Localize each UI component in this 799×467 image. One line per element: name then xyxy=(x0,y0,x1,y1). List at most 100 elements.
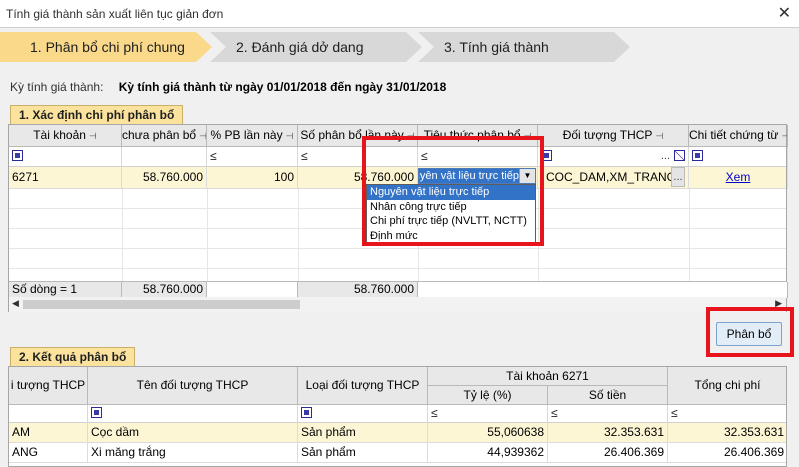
title-bar: Tính giá thành sản xuất liên tục giản đơ… xyxy=(0,0,799,28)
section-result-title: 2. Kết quả phân bổ xyxy=(10,347,136,367)
col-unallocated[interactable]: chưa phân bổ ⊣ xyxy=(122,125,207,147)
cell-total[interactable]: 32.353.631 xyxy=(668,423,786,443)
col-criterion[interactable]: Tiêu thức phân bổ ⊣ xyxy=(418,125,538,147)
filter-object-name[interactable] xyxy=(88,405,298,423)
step-allocate-overhead[interactable]: 1. Phân bổ chi phí chung xyxy=(0,32,212,62)
filter-detail[interactable] xyxy=(689,147,788,167)
step-wip-valuation[interactable]: 2. Đánh giá dở dang xyxy=(210,32,422,62)
empty-row xyxy=(9,249,786,269)
col-objects[interactable]: Đối tượng THCP ⊣ xyxy=(538,125,689,147)
filter-account[interactable] xyxy=(9,147,122,167)
filter-object-type[interactable] xyxy=(298,405,428,423)
sum-percent xyxy=(207,282,298,298)
filter-objects[interactable]: ... xyxy=(538,147,689,167)
cell-amount[interactable]: 26.406.369 xyxy=(548,443,668,463)
filter-type-icon[interactable] xyxy=(541,150,552,162)
filter-type-icon[interactable] xyxy=(301,407,312,419)
section-allocation-title: 1. Xác định chi phí phân bổ xyxy=(10,105,184,125)
filter-object-code[interactable] xyxy=(9,405,88,423)
cell-object-type[interactable]: Sản phẩm xyxy=(298,423,428,443)
cell-ratio[interactable]: 44,939362 xyxy=(428,443,548,463)
cell-ratio[interactable]: 55,060638 xyxy=(428,423,548,443)
scroll-right-icon[interactable]: ▶ xyxy=(775,298,782,309)
period-value: Kỳ tính giá thành từ ngày 01/01/2018 đến… xyxy=(118,80,447,94)
filter-type-icon[interactable] xyxy=(692,150,703,162)
sum-amount: 58.760.000 xyxy=(298,282,418,298)
object-picker-button[interactable]: ... xyxy=(671,167,685,187)
filter-total[interactable]: ≤ xyxy=(668,405,786,423)
pin-icon[interactable]: ⊣ xyxy=(407,131,415,141)
grid-line xyxy=(538,189,539,281)
filter-amount[interactable]: ≤ xyxy=(548,405,668,423)
horizontal-scrollbar[interactable]: ◀ ▶ xyxy=(9,297,786,312)
cell-object-code[interactable]: ANG xyxy=(9,443,88,463)
cell-detail[interactable]: Xem xyxy=(689,167,788,189)
grid-header: Tài khoản ⊣ chưa phân bổ ⊣ % PB lần này ⊣ S… xyxy=(9,125,788,147)
cell-objects[interactable]: COC_DAM,XM_TRANG... xyxy=(538,167,689,189)
cell-account[interactable]: 6271 xyxy=(9,167,122,189)
criterion-dropdown: Nguyên vật liệu trực tiếp Nhân công trực… xyxy=(366,184,536,244)
pin-icon[interactable]: ⊣ xyxy=(199,131,206,141)
cell-object-name[interactable]: Cọc dầm xyxy=(88,423,298,443)
scroll-left-icon[interactable]: ◀ xyxy=(12,298,19,309)
criterion-combobox[interactable]: Nguyên vật liệu trực tiếp ▼ xyxy=(418,168,536,184)
cell-object-name[interactable]: Xi măng trắng xyxy=(88,443,298,463)
view-detail-link[interactable]: Xem xyxy=(726,170,751,184)
pin-icon[interactable]: ⊣ xyxy=(655,131,663,141)
dropdown-option[interactable]: Nhân công trực tiếp xyxy=(367,200,535,215)
filter-type-icon[interactable] xyxy=(12,150,23,162)
filter-type-icon[interactable] xyxy=(91,407,102,419)
table-row[interactable]: ANG Xi măng trắng Sản phẩm 44,939362 26.… xyxy=(9,443,786,463)
criterion-combobox-value[interactable]: Nguyên vật liệu trực tiếp xyxy=(419,169,519,183)
table-row[interactable]: AM Cọc dầm Sản phẩm 55,060638 32.353.631… xyxy=(9,423,786,443)
cell-total[interactable]: 26.406.369 xyxy=(668,443,786,463)
period-label: Kỳ tính giá thành: xyxy=(10,80,104,94)
cell-percent[interactable]: 100 xyxy=(207,167,298,189)
pin-icon[interactable]: ⊣ xyxy=(781,131,787,141)
result-grid: i tượng THCP Tên đối tượng THCP Loại đối… xyxy=(8,366,787,467)
grid-line xyxy=(122,189,123,281)
row-count: Số dòng = 1 xyxy=(9,282,122,298)
dropdown-option[interactable]: Nguyên vật liệu trực tiếp xyxy=(367,185,535,200)
grid-line xyxy=(298,189,299,281)
window-title: Tính giá thành sản xuất liên tục giản đơ… xyxy=(6,7,224,21)
pin-icon[interactable]: ⊣ xyxy=(286,131,294,141)
filter-clear-icon[interactable] xyxy=(674,150,685,161)
pin-icon[interactable]: ⊣ xyxy=(524,131,532,141)
period-line: Kỳ tính giá thành: Kỳ tính giá thành từ … xyxy=(10,80,446,94)
filter-ratio[interactable]: ≤ xyxy=(428,405,548,423)
col-percent[interactable]: % PB lần này ⊣ xyxy=(207,125,298,147)
col-object-code[interactable]: i tượng THCP xyxy=(9,367,88,405)
col-total[interactable]: Tổng chi phí xyxy=(668,367,786,405)
filter-row: ≤ ≤ ≤ ... xyxy=(9,147,788,167)
filter-amount[interactable]: ≤ xyxy=(298,147,418,167)
col-detail[interactable]: Chi tiết chứng từ⊣ xyxy=(689,125,788,147)
grid-header: i tượng THCP Tên đối tượng THCP Loại đối… xyxy=(9,367,786,405)
col-object-name[interactable]: Tên đối tượng THCP xyxy=(88,367,298,405)
pin-icon[interactable]: ⊣ xyxy=(89,131,97,141)
col-object-type[interactable]: Loại đối tượng THCP xyxy=(298,367,428,405)
col-amount[interactable]: Số tiền xyxy=(548,386,668,405)
dropdown-option[interactable]: Định mức xyxy=(367,229,535,244)
grid-line xyxy=(689,189,690,281)
scroll-thumb[interactable] xyxy=(23,300,300,309)
cell-unallocated[interactable]: 58.760.000 xyxy=(122,167,207,189)
cell-amount[interactable]: 32.353.631 xyxy=(548,423,668,443)
dropdown-option[interactable]: Chi phí trực tiếp (NVLTT, NCTT) xyxy=(367,214,535,229)
sum-unallocated: 58.760.000 xyxy=(122,282,207,298)
filter-row: ≤ ≤ ≤ xyxy=(9,405,786,423)
col-amount[interactable]: Số phân bổ lần này ⊣ xyxy=(298,125,418,147)
step-cost-calculation[interactable]: 3. Tính giá thành xyxy=(418,32,630,62)
filter-criterion[interactable]: ≤ xyxy=(418,147,538,167)
close-icon[interactable]: ✕ xyxy=(778,3,791,23)
grid-line xyxy=(207,189,208,281)
filter-percent[interactable]: ≤ xyxy=(207,147,298,167)
cell-object-type[interactable]: Sản phẩm xyxy=(298,443,428,463)
allocate-button[interactable]: Phân bổ xyxy=(716,322,782,346)
chevron-down-icon[interactable]: ▼ xyxy=(519,169,535,183)
col-account[interactable]: Tài khoản ⊣ xyxy=(9,125,122,147)
wizard-steps: 1. Phân bổ chi phí chung 2. Đánh giá dở … xyxy=(0,30,799,64)
cell-object-code[interactable]: AM xyxy=(9,423,88,443)
col-ratio[interactable]: Tỷ lệ (%) xyxy=(428,386,548,405)
filter-unallocated[interactable] xyxy=(122,147,207,167)
